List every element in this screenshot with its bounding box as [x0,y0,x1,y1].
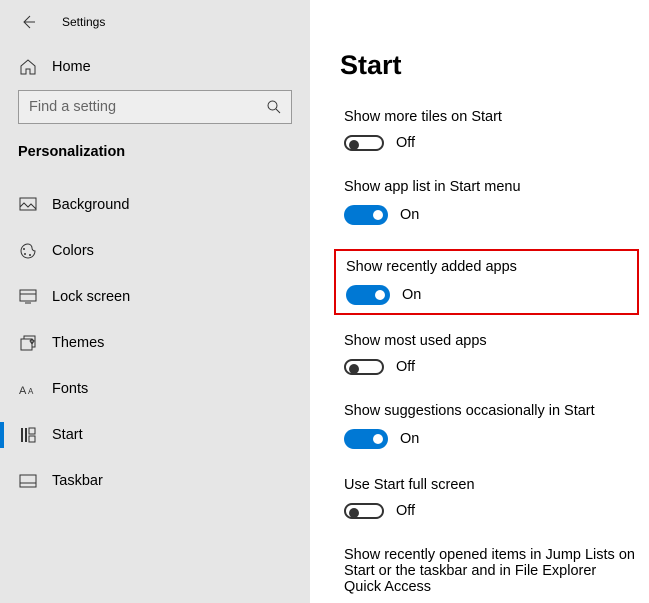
taskbar-icon [18,474,38,488]
nav-item-lockscreen[interactable]: Lock screen [0,274,310,320]
search-box[interactable] [18,90,292,124]
setting-row: Use Start full screen Off [340,473,639,523]
toggle-switch[interactable] [344,503,384,519]
search-icon [266,99,282,115]
nav-item-background[interactable]: Background [0,182,310,228]
settings-list: Show more tiles on Start Off Show app list… [340,105,639,603]
setting-row: Show most used apps Off [340,329,639,379]
nav-label: Themes [52,335,104,351]
sidebar: Settings Home Personalization Background… [0,0,310,603]
fonts-icon: AA [18,381,38,397]
setting-label: Show suggestions occasionally in Start [344,403,635,419]
nav-label: Taskbar [52,473,103,489]
toggle-switch[interactable] [344,429,388,449]
search-container [0,90,310,144]
topbar: Settings [0,0,310,50]
setting-row: Show more tiles on Start Off [340,105,639,155]
setting-row: Show recently added apps On [334,249,639,315]
main-content: Start Show more tiles on Start Off Show ap… [310,0,649,603]
page-title: Start [340,50,639,81]
nav-home-label: Home [52,59,91,75]
toggle-state-text: Off [396,135,415,151]
nav-item-start[interactable]: Start [0,412,310,458]
toggle-state-text: On [402,287,421,303]
lockscreen-icon [18,289,38,305]
nav-label: Lock screen [52,289,130,305]
nav-home[interactable]: Home [0,50,310,90]
start-icon [18,427,38,443]
themes-icon [18,334,38,352]
setting-row: Show app list in Start menu On [340,175,639,229]
nav-item-taskbar[interactable]: Taskbar [0,458,310,504]
setting-label: Show most used apps [344,333,635,349]
toggle-state-text: Off [396,503,415,519]
nav-item-colors[interactable]: Colors [0,228,310,274]
back-button[interactable] [18,12,38,32]
setting-row: Show recently opened items in Jump Lists… [340,543,639,603]
home-icon [18,58,38,76]
category-header: Personalization [0,144,310,172]
window-title: Settings [62,15,105,29]
colors-icon [18,242,38,260]
svg-text:A: A [28,387,34,396]
setting-label: Show recently opened items in Jump Lists… [344,547,635,595]
setting-label: Use Start full screen [344,477,635,493]
setting-label: Show more tiles on Start [344,109,635,125]
toggle-state-text: Off [396,359,415,375]
nav-item-themes[interactable]: Themes [0,320,310,366]
setting-row: Show suggestions occasionally in Start On [340,399,639,453]
toggle-state-text: On [400,431,419,447]
toggle-state-text: On [400,207,419,223]
toggle-switch[interactable] [344,205,388,225]
toggle-switch[interactable] [344,359,384,375]
nav-label: Fonts [52,381,88,397]
search-input[interactable] [19,99,257,115]
toggle-switch[interactable] [346,285,390,305]
arrow-left-icon [20,14,36,30]
search-button[interactable] [257,99,291,115]
toggle-switch[interactable] [344,135,384,151]
background-icon [18,197,38,213]
nav-label: Background [52,197,129,213]
nav-item-fonts[interactable]: AA Fonts [0,366,310,412]
nav-label: Start [52,427,83,443]
svg-text:A: A [19,385,27,397]
setting-label: Show app list in Start menu [344,179,635,195]
setting-label: Show recently added apps [346,259,623,275]
nav-label: Colors [52,243,94,259]
